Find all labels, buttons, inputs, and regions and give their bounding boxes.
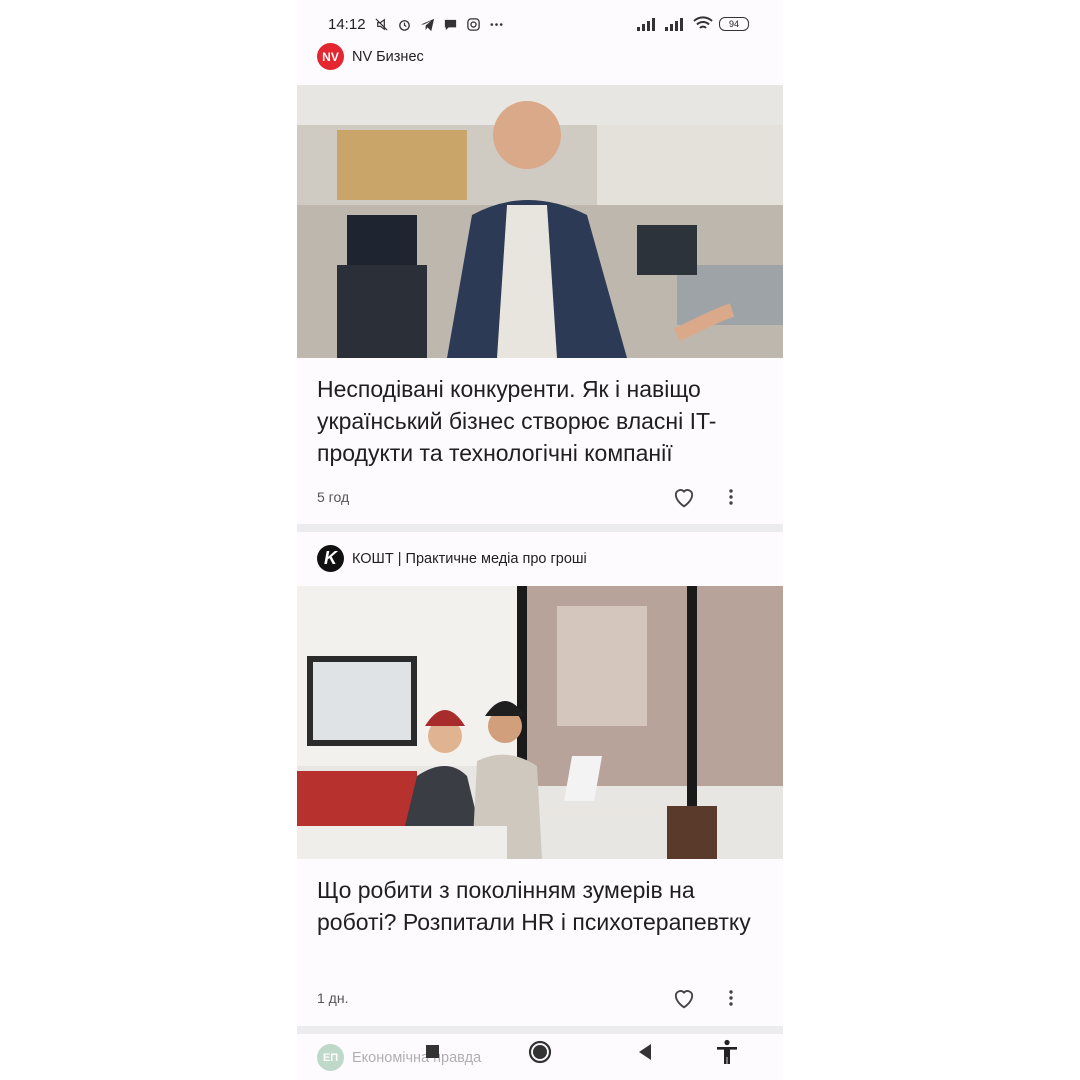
article-image[interactable] xyxy=(297,586,783,859)
phone-screen: 14:12 94 NV NV Бизнес Несподівані конкур… xyxy=(297,0,783,1080)
meta-row: 5 год xyxy=(317,483,763,513)
muted-icon xyxy=(374,18,388,31)
navigation-bar xyxy=(297,1034,783,1070)
signal-icon xyxy=(665,18,683,31)
wifi-icon xyxy=(693,16,713,29)
status-left: 14:12 xyxy=(328,16,504,33)
more-vert-icon[interactable] xyxy=(719,986,743,1010)
status-bar: 14:12 94 xyxy=(297,12,783,42)
heart-icon[interactable] xyxy=(670,483,698,511)
headline[interactable]: Що робити з поколінням зумерів на роботі… xyxy=(317,874,767,938)
back-icon[interactable] xyxy=(631,1038,659,1066)
alarm-icon xyxy=(398,20,410,31)
more-vert-icon[interactable] xyxy=(719,485,743,509)
source-row[interactable]: NV NV Бизнес xyxy=(317,43,424,70)
source-row[interactable]: K КОШТ | Практичне медіа про гроші xyxy=(317,545,587,572)
battery-icon: 94 xyxy=(719,17,749,31)
meta-row: 1 дн. xyxy=(317,984,763,1014)
office-photo xyxy=(297,85,783,358)
instagram-icon xyxy=(466,18,480,31)
recents-icon[interactable] xyxy=(419,1038,447,1066)
status-right: 94 xyxy=(637,16,749,32)
signal-icon xyxy=(637,18,655,31)
heart-icon[interactable] xyxy=(670,984,698,1012)
home-icon[interactable] xyxy=(526,1038,554,1066)
article-image[interactable] xyxy=(297,85,783,358)
source-name: NV Бизнес xyxy=(352,48,424,65)
source-name: КОШТ | Практичне медіа про гроші xyxy=(352,550,587,567)
source-logo: NV xyxy=(317,43,344,70)
headline[interactable]: Несподівані конкуренти. Як і навіщо укра… xyxy=(317,373,767,469)
clock: 14:12 xyxy=(328,16,366,33)
divider xyxy=(297,1026,783,1034)
chat-icon xyxy=(444,19,456,31)
telegram-icon xyxy=(420,18,434,32)
more-icon xyxy=(490,23,503,26)
divider xyxy=(297,524,783,532)
source-logo: K xyxy=(317,545,344,572)
article-age: 5 год xyxy=(317,489,350,505)
cafe-photo xyxy=(297,586,783,859)
accessibility-icon[interactable] xyxy=(713,1038,741,1066)
article-age: 1 дн. xyxy=(317,990,349,1006)
